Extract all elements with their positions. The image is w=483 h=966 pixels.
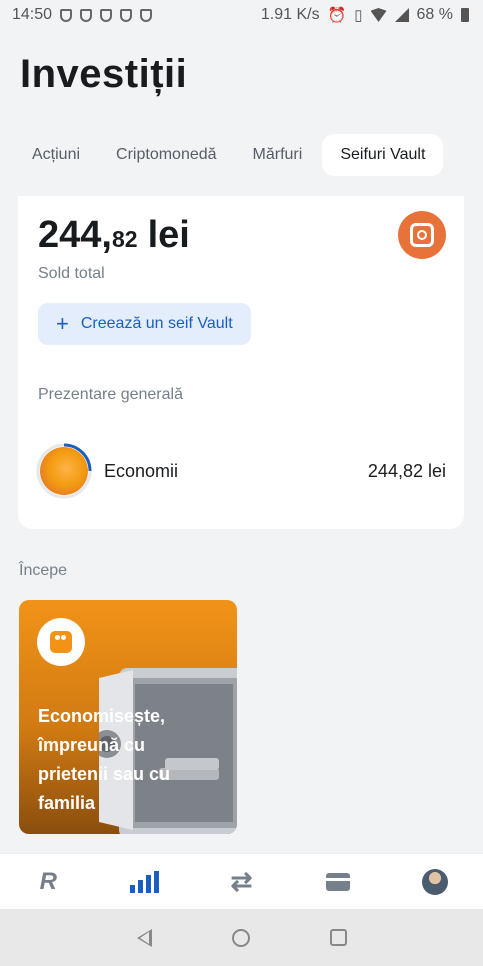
recent-apps-icon[interactable]	[329, 929, 347, 946]
tab-commodities[interactable]: Mărfuri	[235, 134, 321, 176]
balance-currency: lei	[147, 214, 190, 256]
plus-icon: +	[56, 311, 69, 336]
transfers-icon[interactable]: ⇄	[221, 862, 261, 902]
status-bar: 14:50 1.91 K/s ⏰ ▯ 68 %	[0, 0, 483, 30]
wifi-icon	[370, 8, 387, 22]
home-circle-icon[interactable]	[231, 928, 250, 947]
signal-icon	[394, 8, 409, 22]
pocket-avatar	[36, 443, 92, 499]
tab-actions[interactable]: Acțiuni	[14, 134, 98, 176]
balance-decimals: 82	[111, 226, 138, 252]
status-left: 14:50	[12, 6, 153, 24]
shield-icon	[60, 8, 73, 22]
start-section-label: Începe	[19, 562, 68, 579]
cards-icon[interactable]	[318, 862, 358, 902]
balance-label: Sold total	[38, 265, 105, 282]
battery-icon	[461, 8, 469, 22]
status-time: 14:50	[12, 6, 53, 23]
tab-crypto[interactable]: Criptomonedă	[98, 134, 235, 176]
create-vault-button[interactable]: + Creează un seif Vault	[38, 303, 251, 345]
total-balance: 244, 82 lei	[38, 214, 190, 257]
profile-avatar[interactable]	[415, 862, 455, 902]
battery-percent: 68 %	[416, 6, 453, 23]
shield-icon	[80, 8, 93, 22]
shield-icon	[100, 8, 113, 22]
overview-label: Prezentare generală	[38, 386, 183, 403]
vault-icon[interactable]	[398, 211, 446, 259]
shield-icon	[140, 8, 153, 22]
vibrate-icon: ▯	[354, 7, 363, 24]
system-nav-bar	[0, 909, 483, 966]
status-right: 1.91 K/s ⏰ ▯ 68 %	[261, 6, 469, 24]
vault-pocket-row[interactable]: Economii 244,82 lei	[36, 442, 446, 500]
balance-integer: 244,	[38, 214, 112, 256]
network-speed: 1.91 K/s	[260, 6, 320, 23]
shield-icon	[120, 8, 133, 22]
home-icon[interactable]: R	[28, 862, 68, 902]
promo-text: Economisește, împreună cu prietenii sau …	[38, 706, 171, 813]
vault-summary-card: 244, 82 lei Sold total + Creează un seif…	[18, 196, 464, 529]
alarm-icon: ⏰	[327, 7, 347, 24]
bottom-nav: R ⇄	[0, 853, 483, 909]
tab-vaults[interactable]: Seifuri Vault	[322, 134, 444, 176]
tab-bar: Acțiuni Criptomonedă Mărfuri Seifuri Vau…	[14, 134, 444, 176]
pocket-amount: 244,82 lei	[367, 460, 446, 481]
group-vault-promo-card[interactable]: Economisește, împreună cu prietenii sau …	[19, 600, 237, 834]
group-icon	[37, 618, 85, 666]
pocket-name: Economii	[104, 460, 179, 481]
investments-icon[interactable]	[125, 862, 165, 902]
create-vault-label: Creează un seif Vault	[80, 315, 233, 332]
pocket-image	[40, 447, 88, 495]
page-title: Investiții	[20, 52, 188, 96]
back-icon[interactable]	[136, 928, 152, 947]
